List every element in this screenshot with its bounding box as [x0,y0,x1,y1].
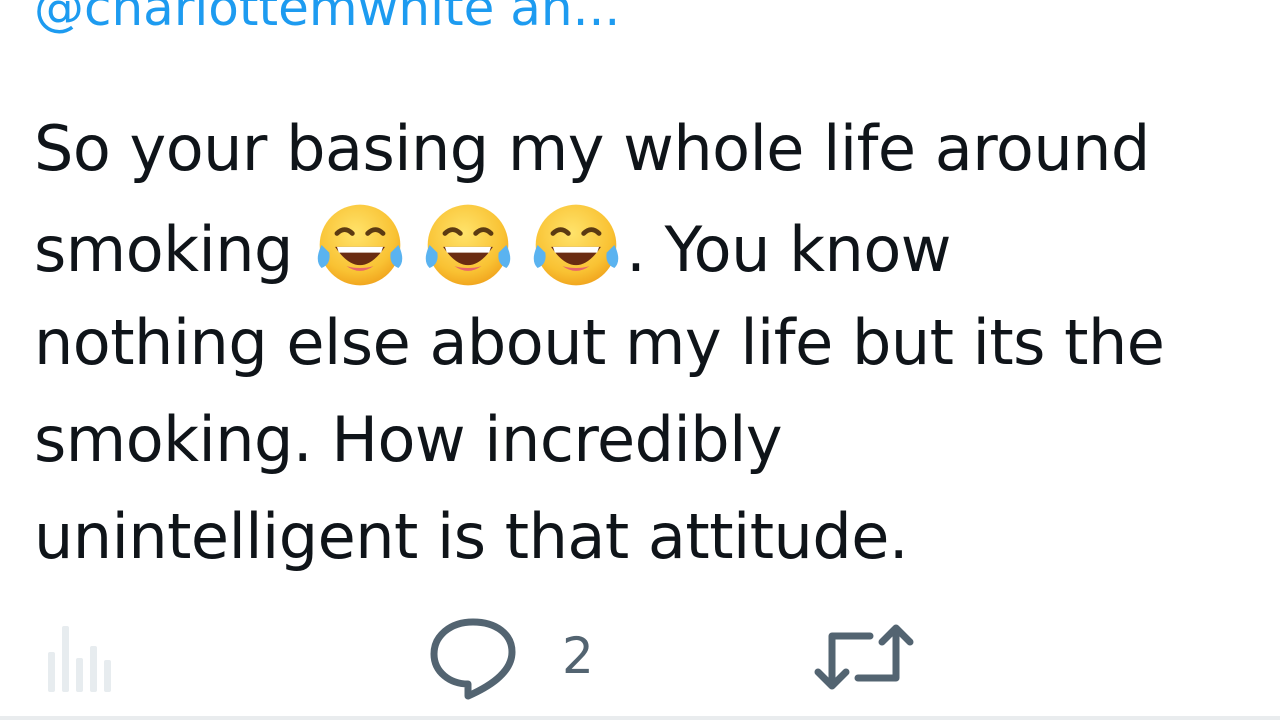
face-with-tears-of-joy-icon [312,197,408,293]
tweet-text-line-5: unintelligent is that attitude. [34,500,909,573]
tweet-text-line-1: So your basing my whole life around [34,112,1150,185]
tweet-text-line-3: nothing else about my life but its the [34,306,1165,379]
reply-count: 2 [562,627,594,685]
retweet-icon[interactable] [814,622,914,692]
tweet-text-line-2: smoking . You know [34,197,1274,294]
tweet-card: @charlottemwhite an... So your basing my… [0,0,1280,720]
tweet-text-line-4: smoking. How incredibly [34,403,783,476]
face-with-tears-of-joy-icon [528,197,624,293]
analytics-icon[interactable] [46,618,118,694]
reply-to-handle[interactable]: @charlottemwhite an... [34,0,620,38]
tweet-actions-bar: 2 [0,608,1280,708]
bottom-divider [0,716,1280,720]
tweet-text: So your basing my whole life around smok… [34,100,1274,585]
tweet-text-line-2-end: . You know [626,213,951,286]
tweet-text-line-2-start: smoking [34,213,313,286]
face-with-tears-of-joy-icon [420,197,516,293]
reply-icon[interactable] [428,614,518,700]
